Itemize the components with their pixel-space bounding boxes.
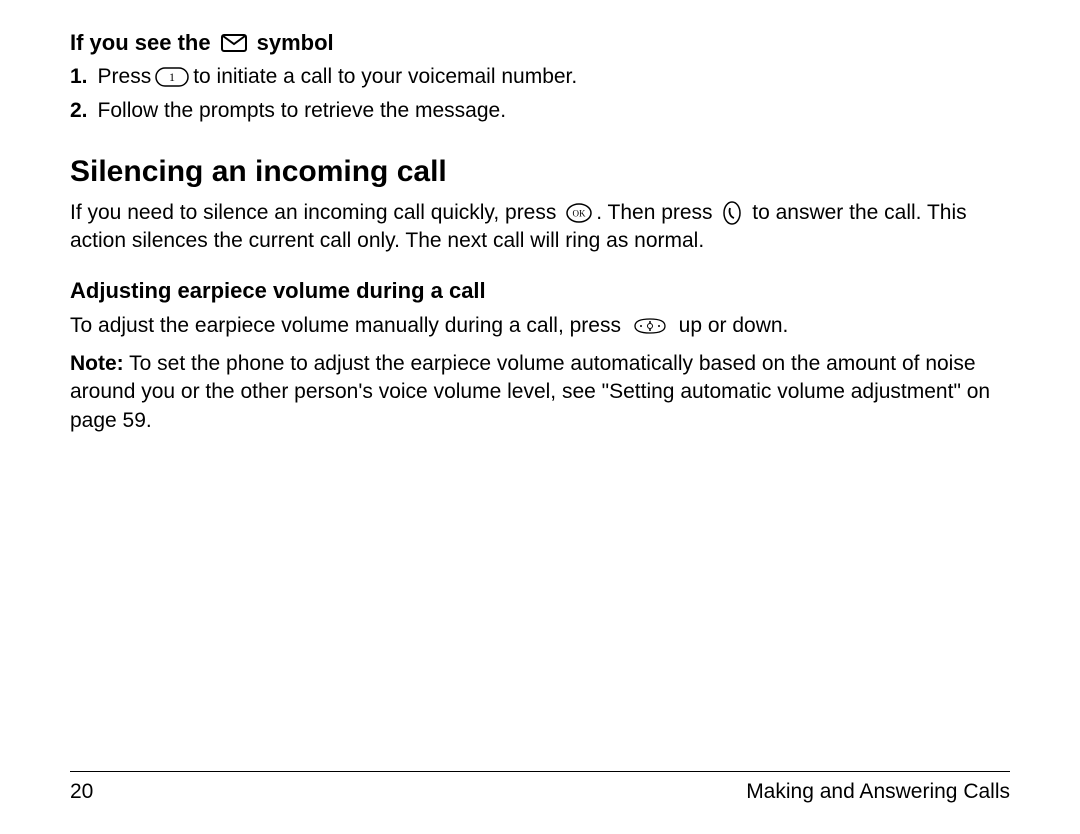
step-text-b: to initiate a call to your voicemail num… (193, 62, 577, 92)
silencing-heading: Silencing an incoming call (70, 155, 1010, 189)
ok-key-icon: OK (566, 203, 592, 223)
call-key-icon (722, 201, 742, 225)
step-number: 2. (70, 96, 88, 126)
adjusting-heading: Adjusting earpiece volume during a call (70, 278, 1010, 304)
silencing-text-b: . Then press (596, 201, 712, 224)
silencing-text-a: If you need to silence an incoming call … (70, 201, 556, 224)
step-number: 1. (70, 62, 88, 92)
heading-text-suffix: symbol (257, 30, 334, 56)
note-paragraph: Note: To set the phone to adjust the ear… (70, 350, 1010, 435)
svg-text:OK: OK (573, 209, 586, 219)
note-body: To set the phone to adjust the earpiece … (70, 352, 990, 432)
step-2: 2. Follow the prompts to retrieve the me… (70, 96, 1010, 126)
nav-key-icon (631, 316, 669, 336)
page-footer: 20 Making and Answering Calls (70, 771, 1010, 804)
envelope-icon (221, 34, 247, 52)
adjusting-text-a: To adjust the earpiece volume manually d… (70, 314, 621, 337)
step-text: Follow the prompts to retrieve the messa… (98, 96, 507, 126)
step-text-a: Press (98, 62, 152, 92)
page-number: 20 (70, 780, 93, 804)
note-label: Note: (70, 352, 124, 375)
footer-title: Making and Answering Calls (746, 780, 1010, 804)
svg-text:1: 1 (169, 70, 175, 84)
key-1-icon: 1 (155, 67, 189, 87)
adjusting-text-b: up or down. (679, 314, 789, 337)
adjusting-paragraph: To adjust the earpiece volume manually d… (70, 312, 1010, 340)
step-1: 1. Press 1 to initiate a call to your vo… (70, 62, 1010, 92)
voicemail-symbol-heading: If you see the symbol (70, 30, 1010, 56)
silencing-paragraph: If you need to silence an incoming call … (70, 199, 1010, 256)
heading-text-prefix: If you see the (70, 30, 211, 56)
